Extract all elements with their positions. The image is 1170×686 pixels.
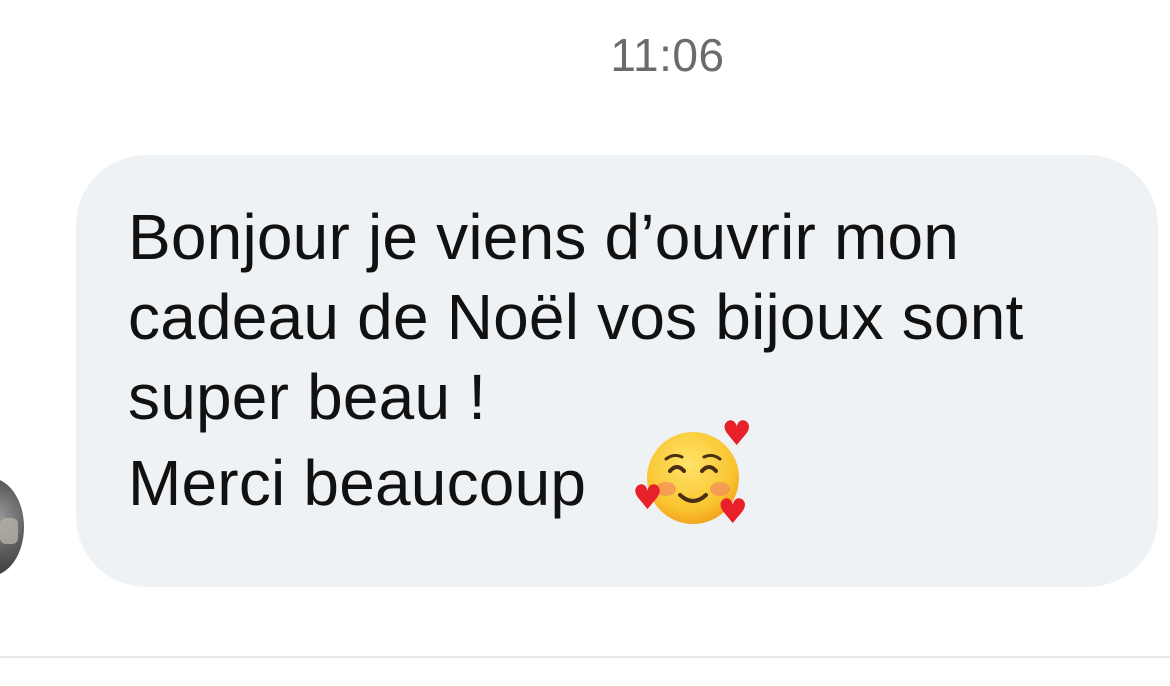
smiling-face-with-hearts-icon: ♥ ♥ ♥	[632, 417, 752, 532]
heart-icon: ♥	[721, 414, 753, 454]
message-line: cadeau de Noël vos bijoux sont	[128, 281, 1024, 353]
heart-icon: ♥	[632, 478, 663, 518]
message-line: super beau !	[128, 361, 487, 433]
message-timestamp: 11:06	[610, 29, 725, 81]
message-bubble[interactable]: Bonjour je viens d’ouvrir mon cadeau de …	[76, 155, 1158, 587]
avatar[interactable]	[0, 478, 24, 576]
divider	[0, 656, 1170, 658]
heart-icon: ♥	[717, 492, 749, 532]
message-line: Merci beaucoup	[128, 447, 587, 519]
message-last-line: Merci beaucoup ♥ ♥ ♥	[128, 417, 1118, 529]
message-line: Bonjour je viens d’ouvrir mon	[128, 201, 960, 273]
